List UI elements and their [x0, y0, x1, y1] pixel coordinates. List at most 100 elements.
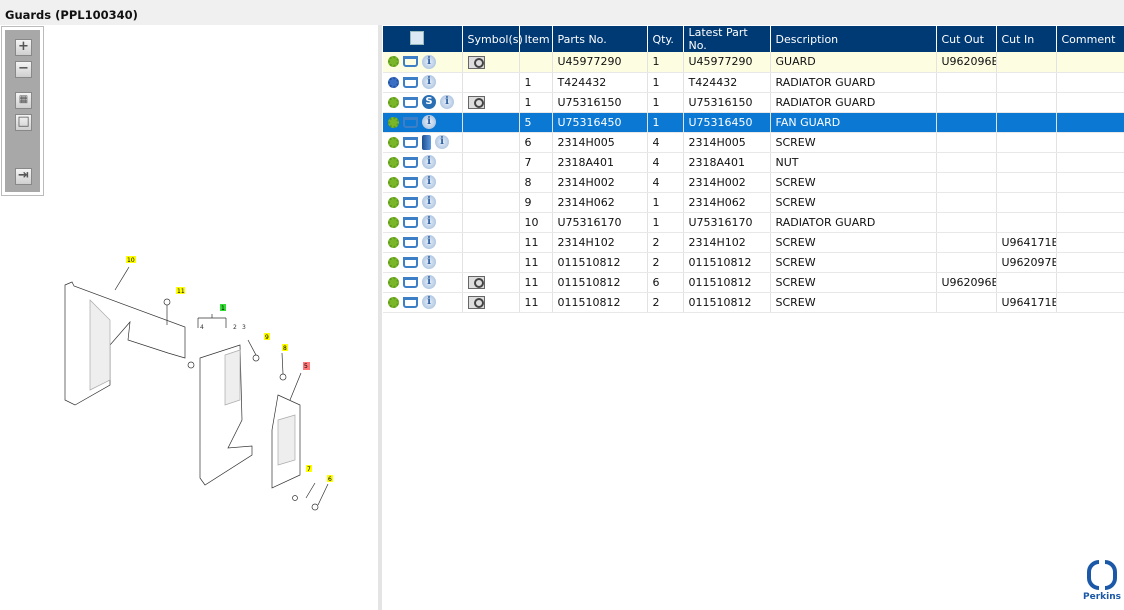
- book-magnifier-icon[interactable]: [467, 295, 485, 309]
- zoom-in-button[interactable]: +: [15, 39, 32, 56]
- table-row[interactable]: i 10 U75316170 1 U75316170 RADIATOR GUARD: [383, 212, 1124, 233]
- cart-icon[interactable]: [403, 156, 418, 168]
- table-row[interactable]: i 11 011510812 2 011510812 SCREW U964171B: [383, 292, 1124, 313]
- table-row[interactable]: i 9 2314H062 1 2314H062 SCREW: [383, 192, 1124, 213]
- callout-1[interactable]: 1: [221, 305, 225, 312]
- info-icon[interactable]: i: [422, 195, 436, 209]
- callout-7[interactable]: 7: [307, 466, 311, 473]
- info-icon[interactable]: i: [422, 54, 436, 69]
- column-header[interactable]: Cut Out: [936, 26, 997, 52]
- info-icon[interactable]: i: [422, 115, 436, 129]
- callout-5[interactable]: 5: [304, 363, 308, 370]
- callout-2[interactable]: 2: [233, 324, 237, 331]
- info-icon[interactable]: i: [422, 175, 436, 189]
- options-gear-icon[interactable]: [388, 156, 399, 168]
- cart-icon[interactable]: [403, 96, 418, 108]
- column-header[interactable]: Description: [770, 26, 937, 52]
- info-icon[interactable]: i: [422, 255, 436, 269]
- options-gear-icon[interactable]: [388, 296, 399, 308]
- symbol-cell: [462, 232, 520, 253]
- book-magnifier-icon[interactable]: [467, 275, 485, 289]
- column-header[interactable]: Parts No.: [552, 26, 648, 52]
- zoom-out-button[interactable]: −: [15, 61, 32, 78]
- cart-icon[interactable]: [403, 116, 418, 128]
- cart-icon[interactable]: [403, 296, 418, 308]
- cell-cutin: [996, 272, 1057, 293]
- column-header[interactable]: Cut In: [996, 26, 1057, 52]
- cell-qty: 4: [647, 132, 684, 153]
- column-header[interactable]: Item: [519, 26, 553, 52]
- table-row[interactable]: i 11 011510812 2 011510812 SCREW U962097B: [383, 252, 1124, 273]
- info-icon[interactable]: i: [422, 295, 436, 309]
- options-gear-icon[interactable]: [388, 276, 399, 288]
- cart-icon[interactable]: [403, 136, 418, 148]
- column-header[interactable]: Comment: [1056, 26, 1124, 52]
- table-row[interactable]: Si 1 U75316150 1 U75316150 RADIATOR GUARD: [383, 92, 1124, 113]
- cart-icon[interactable]: [403, 56, 418, 68]
- info-icon[interactable]: i: [435, 135, 449, 149]
- cell-comment: [1056, 252, 1124, 273]
- cell-qty: 1: [647, 52, 684, 73]
- table-row[interactable]: i 7 2318A401 4 2318A401 NUT: [383, 152, 1124, 173]
- callout-3[interactable]: 3: [242, 324, 246, 331]
- search-parts-icon[interactable]: [410, 30, 424, 45]
- cart-icon[interactable]: [403, 236, 418, 248]
- cell-qty: 2: [647, 252, 684, 273]
- callout-11[interactable]: 11: [177, 288, 185, 295]
- export-button[interactable]: ⇥: [15, 168, 32, 185]
- exploded-diagram[interactable]: 10 11 1 2 3 4 9 8 5 7 6: [50, 250, 350, 520]
- info-icon[interactable]: i: [422, 155, 436, 169]
- book-magnifier-icon[interactable]: [467, 95, 485, 109]
- options-gear-icon[interactable]: [388, 196, 399, 208]
- info-icon[interactable]: i: [422, 235, 436, 249]
- pane-splitter[interactable]: [378, 25, 382, 610]
- options-gear-icon[interactable]: [388, 176, 399, 188]
- cell-qty: 1: [647, 112, 684, 133]
- cart-icon[interactable]: [403, 176, 418, 188]
- info-icon[interactable]: i: [422, 215, 436, 229]
- cell-item: 5: [519, 112, 553, 133]
- cart-icon[interactable]: [403, 196, 418, 208]
- fit-to-window-button[interactable]: ▦: [15, 92, 32, 109]
- cart-icon[interactable]: [403, 216, 418, 228]
- options-gear-icon[interactable]: [388, 236, 399, 248]
- callout-8[interactable]: 8: [283, 345, 287, 352]
- cart-icon[interactable]: [403, 276, 418, 288]
- table-row[interactable]: i 5 U75316450 1 U75316450 FAN GUARD: [383, 112, 1124, 133]
- table-row[interactable]: i 6 2314H005 4 2314H005 SCREW: [383, 132, 1124, 153]
- table-row[interactable]: i 11 011510812 6 011510812 SCREW U962096B: [383, 272, 1124, 293]
- cell-desc: RADIATOR GUARD: [770, 92, 937, 113]
- cart-icon[interactable]: [403, 76, 418, 88]
- column-header[interactable]: Symbol(s): [462, 26, 523, 52]
- column-header[interactable]: Latest Part No.: [683, 26, 771, 52]
- callout-10[interactable]: 10: [127, 257, 135, 264]
- table-row[interactable]: i 1 T424432 1 T424432 RADIATOR GUARD: [383, 72, 1124, 93]
- service-s-icon[interactable]: S: [422, 95, 436, 109]
- table-row[interactable]: i U45977290 1 U45977290 GUARD U962096B: [383, 52, 1124, 73]
- callout-6[interactable]: 6: [328, 476, 332, 483]
- column-header[interactable]: Qty.: [647, 26, 684, 52]
- options-gear-icon[interactable]: [388, 256, 399, 268]
- info-icon[interactable]: i: [422, 75, 436, 89]
- cell-latest: U75316450: [683, 112, 771, 133]
- options-gear-icon[interactable]: [388, 96, 399, 108]
- table-row[interactable]: i 11 2314H102 2 2314H102 SCREW U964171B: [383, 232, 1124, 253]
- diagram-pane[interactable]: + − ▦ □ ⇥ 10 11 1 2 3 4 9 8 5 7 6: [0, 25, 378, 610]
- actual-size-button[interactable]: □: [15, 114, 32, 131]
- options-gear-icon[interactable]: [388, 56, 399, 68]
- options-gear-icon[interactable]: [388, 116, 399, 128]
- info-icon[interactable]: i: [440, 95, 454, 109]
- table-row[interactable]: i 8 2314H002 4 2314H002 SCREW: [383, 172, 1124, 193]
- info-icon[interactable]: i: [422, 275, 436, 289]
- options-gear-icon[interactable]: [388, 136, 399, 148]
- book-magnifier-icon[interactable]: [467, 55, 485, 69]
- column-header-actions[interactable]: [383, 26, 463, 52]
- cart-icon[interactable]: [403, 256, 418, 268]
- callout-9[interactable]: 9: [265, 334, 269, 341]
- options-gear-icon[interactable]: [388, 76, 399, 88]
- options-gear-icon[interactable]: [388, 216, 399, 228]
- cell-comment: [1056, 292, 1124, 313]
- cell-part: U75316450: [552, 112, 648, 133]
- callout-4[interactable]: 4: [200, 324, 204, 331]
- manual-book-icon[interactable]: [422, 134, 431, 150]
